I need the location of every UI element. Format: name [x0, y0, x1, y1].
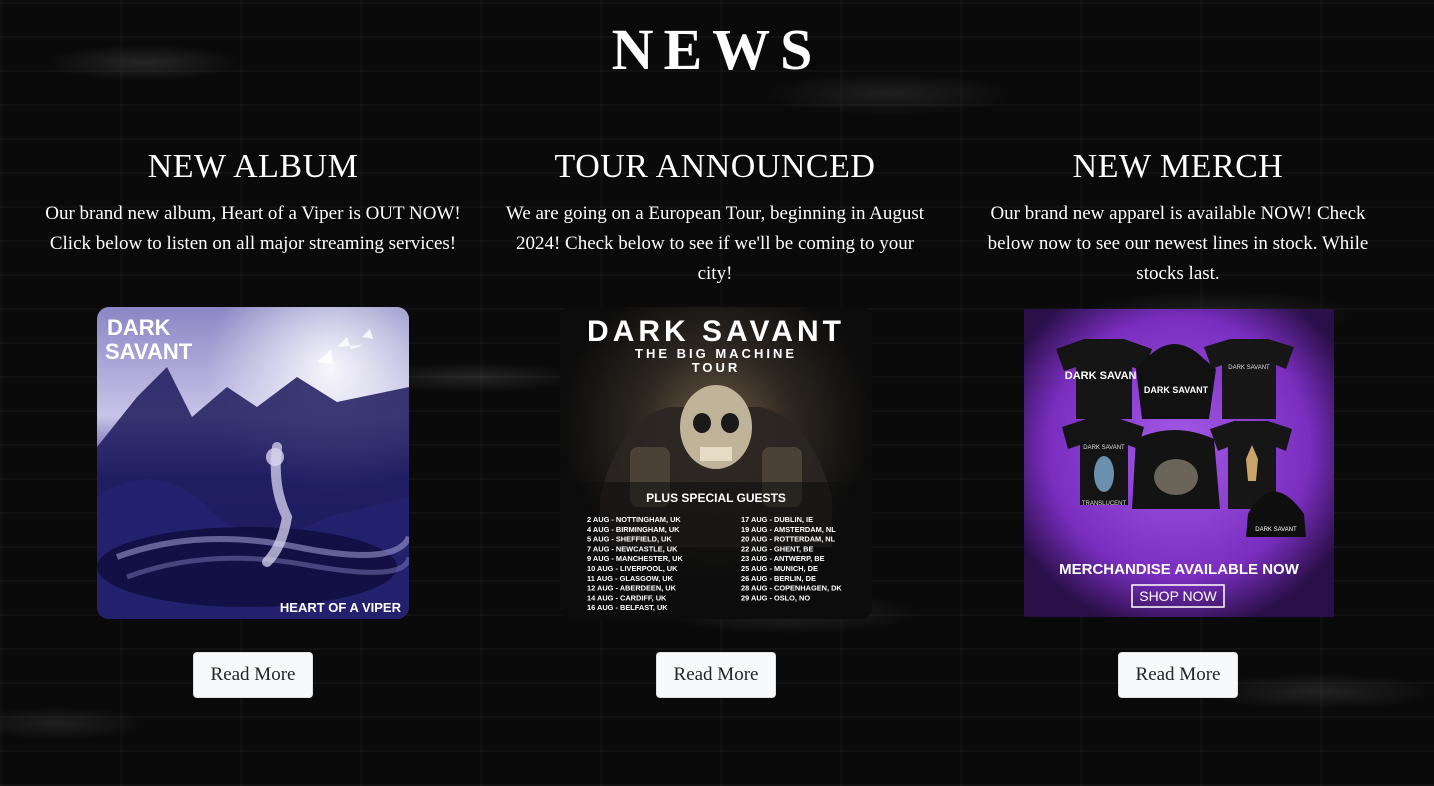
- svg-text:DARK SAVANT: DARK SAVANT: [1228, 365, 1270, 371]
- shirt-translucent: TRANSLUCENT: [1082, 501, 1127, 507]
- svg-text:DARK SAVANT: DARK SAVANT: [1144, 385, 1209, 395]
- tour-date: 28 AUG - COPENHAGEN, DK: [741, 584, 842, 593]
- tour-date: 22 AUG - GHENT, BE: [741, 544, 813, 553]
- album-band-logo: DARK: [107, 315, 171, 340]
- tour-date: 10 AUG - LIVERPOOL, UK: [587, 564, 678, 573]
- news-item-merch: NEW MERCH Our brand new apparel is avail…: [968, 145, 1388, 289]
- merch-banner: MERCHANDISE AVAILABLE NOW: [1059, 561, 1300, 578]
- tour-date: 2 AUG - NOTTINGHAM, UK: [587, 515, 681, 524]
- shirt-text: DARK SAVANT: [1083, 445, 1125, 451]
- tour-date: 9 AUG - MANCHESTER, UK: [587, 554, 683, 563]
- album-caption: HEART OF A VIPER: [280, 600, 402, 615]
- svg-text:SAVANT: SAVANT: [105, 339, 193, 364]
- shirt-logo: DARK SAVANT: [1065, 370, 1144, 382]
- tour-date: 19 AUG - AMSTERDAM, NL: [741, 525, 836, 534]
- tour-date: 26 AUG - BERLIN, DE: [741, 574, 816, 583]
- tour-poster-art: DARK SAVANT THE BIG MACHINE TOUR PLUS SP…: [560, 307, 872, 619]
- tour-date: 5 AUG - SHEFFIELD, UK: [587, 535, 672, 544]
- news-text: Our brand new album, Heart of a Viper is…: [45, 203, 461, 254]
- tour-date: 23 AUG - ANTWERP, BE: [741, 554, 825, 563]
- news-heading: TOUR ANNOUNCED: [554, 148, 876, 185]
- page-title: NEWS: [611, 17, 823, 82]
- tour-date: 11 AUG - GLASGOW, UK: [587, 574, 674, 583]
- tour-band-name: DARK SAVANT: [587, 315, 845, 348]
- album-cover-art: DARK SAVANT HEART OF A VIPER: [97, 307, 409, 619]
- svg-text:DARK SAVANT: DARK SAVANT: [1255, 527, 1297, 533]
- read-more-button-merch[interactable]: Read More: [1118, 652, 1238, 698]
- shop-now-label: SHOP NOW: [1139, 588, 1217, 604]
- read-more-button-tour[interactable]: Read More: [656, 652, 776, 698]
- news-text: We are going on a European Tour, beginni…: [505, 203, 925, 284]
- tour-date: 17 AUG - DUBLIN, IE: [741, 515, 813, 524]
- album-cover-image[interactable]: DARK SAVANT HEART OF A VIPER: [97, 307, 409, 619]
- merch-promo-image[interactable]: DARK SAVANT DARK SAVANT DARK SAVANT DARK…: [1024, 309, 1334, 617]
- tour-guests: PLUS SPECIAL GUESTS: [646, 491, 786, 505]
- read-more-button-album[interactable]: Read More: [193, 652, 313, 698]
- tour-date: 12 AUG - ABERDEEN, UK: [587, 584, 677, 593]
- tour-date: 4 AUG - BIRMINGHAM, UK: [587, 525, 680, 534]
- news-heading: NEW MERCH: [1072, 148, 1284, 185]
- tour-date: 29 AUG - OSLO, NO: [741, 593, 810, 602]
- tour-name-line1: THE BIG MACHINE: [635, 346, 797, 361]
- news-item-tour: TOUR ANNOUNCED We are going on a Europea…: [505, 145, 925, 289]
- tour-poster-image[interactable]: DARK SAVANT THE BIG MACHINE TOUR PLUS SP…: [560, 307, 872, 619]
- tour-name-line2: TOUR: [692, 360, 741, 375]
- tour-date: 25 AUG - MUNICH, DE: [741, 564, 818, 573]
- tour-date: 20 AUG - ROTTERDAM, NL: [741, 535, 836, 544]
- tour-date: 16 AUG - BELFAST, UK: [587, 603, 668, 612]
- news-heading: NEW ALBUM: [147, 148, 359, 185]
- news-item-album: NEW ALBUM Our brand new album, Heart of …: [43, 145, 463, 259]
- tour-date: 7 AUG - NEWCASTLE, UK: [587, 544, 678, 553]
- news-text: Our brand new apparel is available NOW! …: [987, 203, 1369, 284]
- tour-date: 14 AUG - CARDIFF, UK: [587, 593, 667, 602]
- merch-promo-art: DARK SAVANT DARK SAVANT DARK SAVANT DARK…: [1024, 309, 1334, 617]
